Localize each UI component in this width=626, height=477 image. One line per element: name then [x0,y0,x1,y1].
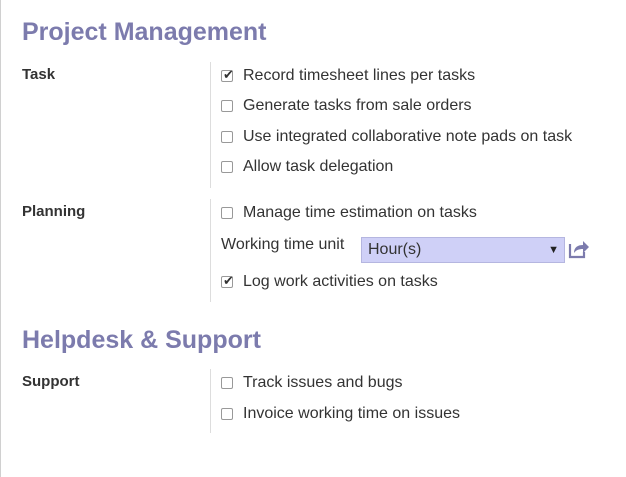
option-collaborative-note-pads[interactable]: Use integrated collaborative note pads o… [221,127,572,147]
section-title-helpdesk-support: Helpdesk & Support [22,326,261,354]
option-label: Use integrated collaborative note pads o… [243,128,573,145]
group-label-planning: Planning [22,203,86,220]
checkbox-allow-task-delegation[interactable] [221,161,233,173]
section-title-project-management: Project Management [22,18,267,46]
external-link-icon[interactable] [568,239,590,259]
page-left-border [0,0,1,477]
option-record-timesheet-lines[interactable]: ✔ Record timesheet lines per tasks [221,66,475,86]
option-allow-task-delegation[interactable]: Allow task delegation [221,157,393,177]
option-invoice-working-time[interactable]: Invoice working time on issues [221,404,460,424]
checkbox-manage-time-estimation[interactable] [221,207,233,219]
group-label-task: Task [22,66,56,83]
option-label: Track issues and bugs [243,374,403,391]
checkbox-track-issues-and-bugs[interactable] [221,377,233,389]
checkbox-generate-tasks-from-sale-orders[interactable] [221,100,233,112]
option-label: Allow task delegation [243,158,394,175]
group-divider-support [210,369,211,433]
checkbox-invoice-working-time[interactable] [221,408,233,420]
option-label: Generate tasks from sale orders [243,97,472,114]
option-label: Record timesheet lines per tasks [243,67,476,84]
option-generate-tasks-from-sale-orders[interactable]: Generate tasks from sale orders [221,96,472,116]
checkbox-record-timesheet-lines[interactable]: ✔ [221,67,234,82]
checkmark-icon: ✔ [223,273,234,288]
chevron-down-icon: ▼ [548,244,559,256]
group-label-support: Support [22,373,80,390]
checkbox-collaborative-note-pads[interactable] [221,131,233,143]
working-time-unit-select[interactable]: Hour(s) ▼ [361,237,565,263]
option-track-issues-and-bugs[interactable]: Track issues and bugs [221,373,402,393]
checkbox-log-work-activities[interactable]: ✔ [221,273,234,288]
option-label: Log work activities on tasks [243,273,438,290]
option-manage-time-estimation[interactable]: Manage time estimation on tasks [221,203,477,223]
working-time-unit-label: Working time unit [221,236,345,253]
checkmark-icon: ✔ [223,67,234,82]
option-label: Manage time estimation on tasks [243,204,477,221]
group-divider-planning [210,199,211,302]
group-divider-task [210,62,211,188]
option-log-work-activities[interactable]: ✔ Log work activities on tasks [221,272,438,292]
option-label: Invoice working time on issues [243,405,460,422]
external-link-icon-svg [568,241,589,259]
working-time-unit-value: Hour(s) [368,241,422,258]
